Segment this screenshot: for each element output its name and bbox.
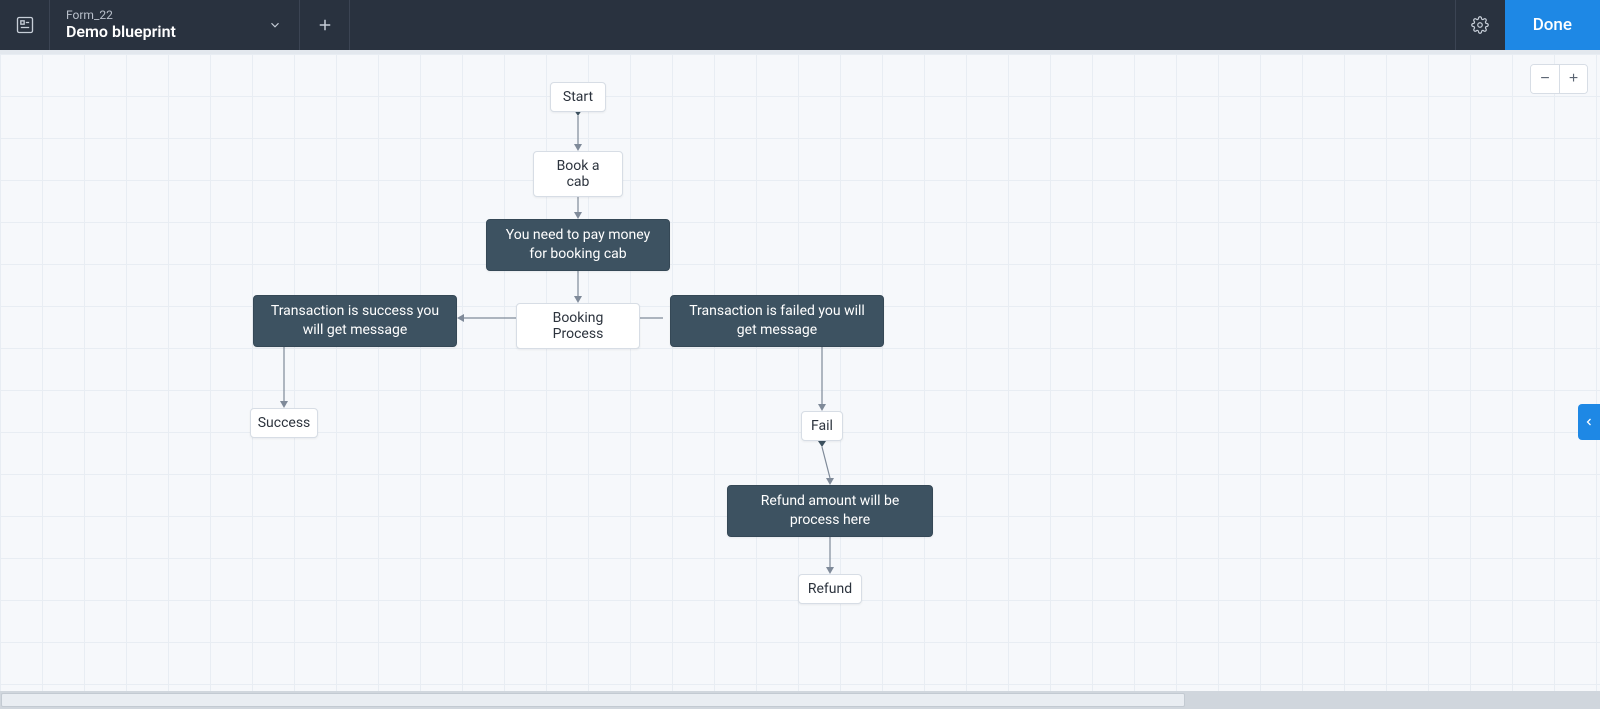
add-button[interactable] — [300, 0, 350, 50]
zoom-in-button[interactable]: + — [1559, 65, 1587, 93]
dropdown-toggle[interactable] — [250, 0, 300, 50]
node-success[interactable]: Success — [250, 408, 318, 438]
node-booking[interactable]: Booking Process — [516, 303, 640, 349]
zoom-controls: − + — [1530, 64, 1588, 94]
blueprint-icon — [15, 15, 35, 35]
form-name: Form_22 — [66, 9, 234, 22]
flow-connectors — [0, 54, 1600, 709]
node-start[interactable]: Start — [550, 82, 606, 112]
blueprint-title: Demo blueprint — [66, 22, 234, 41]
side-panel-toggle[interactable] — [1578, 404, 1600, 440]
plus-icon — [316, 16, 334, 34]
top-bar: Form_22 Demo blueprint Done — [0, 0, 1600, 50]
horizontal-scrollbar[interactable] — [0, 691, 1600, 709]
done-button[interactable]: Done — [1505, 0, 1600, 50]
node-tx_fail[interactable]: Transaction is failed you will get messa… — [670, 295, 884, 347]
settings-button[interactable] — [1455, 0, 1505, 50]
app-icon — [0, 0, 50, 50]
chevron-left-icon — [1583, 416, 1595, 428]
scrollbar-thumb[interactable] — [1, 693, 1185, 707]
chevron-down-icon — [268, 18, 282, 32]
node-refund_proc[interactable]: Refund amount will be process here — [727, 485, 933, 537]
node-pay[interactable]: You need to pay money for booking cab — [486, 219, 670, 271]
node-tx_success[interactable]: Transaction is success you will get mess… — [253, 295, 457, 347]
spacer — [350, 0, 1455, 50]
canvas[interactable]: Start Book a cab You need to pay money for… — [0, 50, 1600, 709]
gear-icon — [1471, 16, 1489, 34]
zoom-out-button[interactable]: − — [1531, 65, 1559, 93]
node-refund[interactable]: Refund — [798, 574, 862, 604]
node-fail[interactable]: Fail — [801, 411, 843, 441]
title-box: Form_22 Demo blueprint — [50, 0, 250, 50]
node-book[interactable]: Book a cab — [533, 151, 623, 197]
